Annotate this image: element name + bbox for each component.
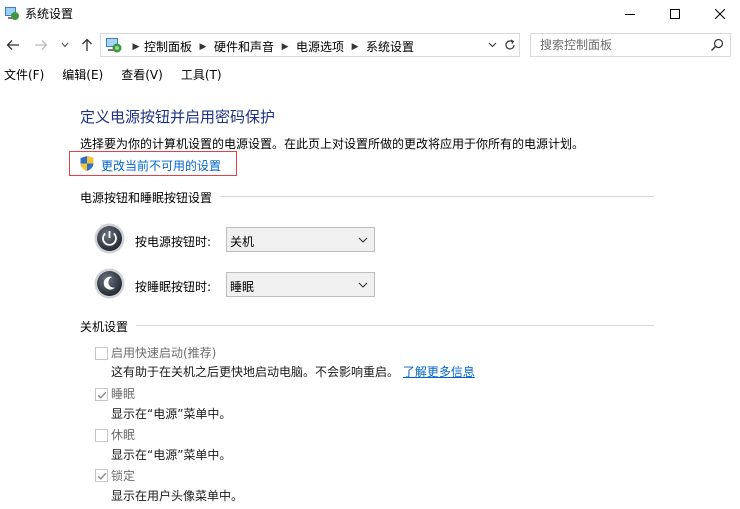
lock-checkbox[interactable] <box>95 469 108 482</box>
page-title: 定义电源按钮并启用密码保护 <box>80 108 276 126</box>
fast-startup-label: 启用快速启动(推荐) <box>111 346 217 360</box>
chevron-down-icon <box>358 282 368 288</box>
menu-view[interactable]: 查看(V) <box>121 66 163 83</box>
fast-startup-checkbox[interactable] <box>95 347 108 360</box>
hibernate-option-label: 休眠 <box>111 428 136 442</box>
address-history-dropdown[interactable] <box>486 38 498 52</box>
section-divider <box>136 325 654 326</box>
recent-locations-dropdown[interactable] <box>58 36 72 54</box>
hibernate-checkbox[interactable] <box>95 429 108 442</box>
power-buttons-section-header: 电源按钮和睡眠按钮设置 <box>80 191 213 205</box>
sleep-option-description: 显示在“电源”菜单中。 <box>111 407 232 421</box>
up-button[interactable] <box>78 36 96 54</box>
maximize-button[interactable] <box>652 0 698 27</box>
menu-file[interactable]: 文件(F) <box>4 66 44 83</box>
change-settings-highlight: 更改当前不可用的设置 <box>69 151 237 176</box>
refresh-button[interactable] <box>501 33 520 57</box>
chevron-down-icon <box>358 237 368 243</box>
title-bar: 系统设置 <box>0 0 740 27</box>
menu-tools[interactable]: 工具(T) <box>181 66 222 83</box>
breadcrumb-separator-icon[interactable]: ▶ <box>344 42 366 52</box>
arrow-right-icon <box>35 40 48 50</box>
search-box[interactable] <box>530 33 731 57</box>
chevron-down-icon <box>488 42 496 48</box>
page-description: 选择要为你的计算机设置的电源设置。在此页上对设置所做的更改将应用于你所有的电源计… <box>80 137 585 151</box>
sleep-button-action-value: 睡眠 <box>230 280 255 294</box>
window-title: 系统设置 <box>25 7 74 21</box>
lock-option-label: 锁定 <box>111 469 136 483</box>
arrow-left-icon <box>6 40 19 50</box>
search-icon[interactable] <box>710 38 724 52</box>
forward-button[interactable] <box>32 36 50 54</box>
checkmark-icon <box>97 391 107 399</box>
power-button-icon <box>94 223 125 254</box>
control-panel-icon <box>5 7 19 20</box>
address-bar[interactable]: ▶ 控制面板 ▶ 硬件和声音 ▶ 电源选项 ▶ 系统设置 <box>100 33 502 57</box>
fast-startup-description-text: 这有助于在关机之后更快地启动电脑。不会影响重启。 <box>111 365 400 379</box>
breadcrumb-separator-icon[interactable]: ▶ <box>192 42 214 52</box>
control-panel-location-icon <box>106 38 122 53</box>
sleep-button-icon <box>94 268 125 299</box>
breadcrumb-item-control-panel[interactable]: 控制面板 <box>144 38 192 55</box>
power-button-label: 按电源按钮时: <box>135 235 212 249</box>
power-button-action-select[interactable]: 关机 <box>226 227 375 252</box>
shutdown-section-header: 关机设置 <box>80 320 129 334</box>
search-input[interactable] <box>531 34 706 56</box>
hibernate-option-description: 显示在“电源”菜单中。 <box>111 448 232 462</box>
fast-startup-description: 这有助于在关机之后更快地启动电脑。不会影响重启。 了解更多信息 <box>111 363 475 380</box>
content-area: 定义电源按钮并启用密码保护 选择要为你的计算机设置的电源设置。在此页上对设置所做… <box>0 85 740 509</box>
lock-option-description: 显示在用户头像菜单中。 <box>111 489 244 503</box>
section-divider <box>220 196 654 197</box>
menu-edit[interactable]: 编辑(E) <box>62 66 103 83</box>
arrow-up-icon <box>82 38 92 51</box>
close-button[interactable] <box>697 0 740 27</box>
sleep-button-action-select[interactable]: 睡眠 <box>226 272 375 297</box>
chevron-down-icon <box>61 42 69 48</box>
close-icon <box>715 8 725 19</box>
menu-bar: 文件(F) 编辑(E) 查看(V) 工具(T) <box>0 63 740 85</box>
breadcrumb-item-system-settings[interactable]: 系统设置 <box>366 38 414 55</box>
address-row: ▶ 控制面板 ▶ 硬件和声音 ▶ 电源选项 ▶ 系统设置 <box>0 27 740 63</box>
sleep-button-label: 按睡眠按钮时: <box>135 280 212 294</box>
breadcrumb: ▶ 控制面板 ▶ 硬件和声音 ▶ 电源选项 ▶ 系统设置 <box>128 38 415 55</box>
sleep-option-label: 睡眠 <box>111 387 136 401</box>
minimize-icon <box>625 13 635 15</box>
sleep-checkbox[interactable] <box>95 388 108 401</box>
maximize-icon <box>670 8 680 19</box>
back-button[interactable] <box>4 36 22 54</box>
checkmark-icon <box>97 472 107 480</box>
minimize-button[interactable] <box>607 0 653 27</box>
breadcrumb-separator-icon[interactable]: ▶ <box>274 42 296 52</box>
breadcrumb-separator-icon[interactable]: ▶ <box>128 42 144 52</box>
power-button-action-value: 关机 <box>230 235 255 249</box>
uac-shield-icon <box>80 156 94 171</box>
learn-more-link[interactable]: 了解更多信息 <box>403 365 475 379</box>
breadcrumb-item-hardware-sound[interactable]: 硬件和声音 <box>214 38 274 55</box>
breadcrumb-item-power-options[interactable]: 电源选项 <box>296 38 344 55</box>
change-unavailable-settings-link[interactable]: 更改当前不可用的设置 <box>101 157 221 174</box>
refresh-icon <box>505 39 515 50</box>
